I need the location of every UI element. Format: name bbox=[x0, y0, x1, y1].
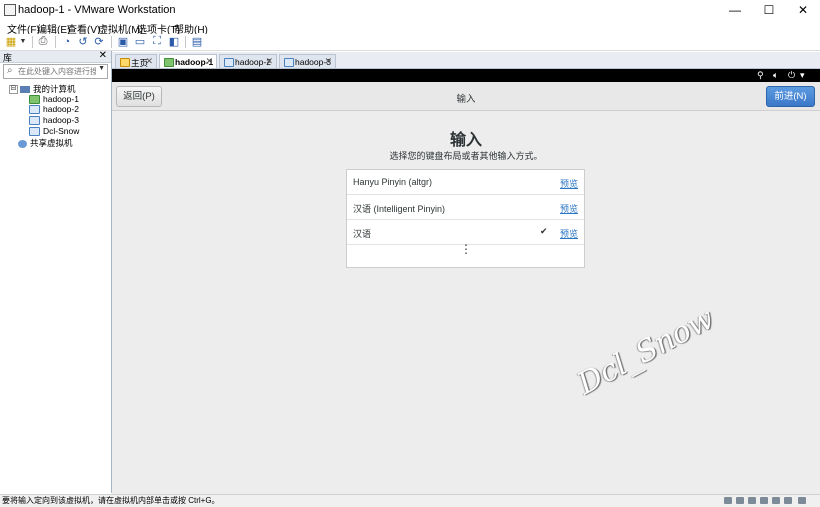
close-tab-icon[interactable]: ✕ bbox=[324, 56, 332, 67]
header-title: 输入 bbox=[456, 94, 476, 105]
library-title: 库 bbox=[3, 53, 13, 63]
tree-item-hadoop-3[interactable]: hadoop-3 bbox=[29, 115, 79, 126]
home-icon bbox=[120, 58, 130, 67]
console-view-icon[interactable]: ▣ bbox=[116, 35, 130, 48]
tree-label: hadoop-1 bbox=[43, 94, 79, 104]
page-subtitle: 选择您的键盘布局或者其他输入方式。 bbox=[389, 151, 543, 161]
vm-running-icon bbox=[29, 95, 40, 105]
preview-link[interactable]: 预览 bbox=[560, 202, 578, 215]
input-source-list: Hanyu Pinyin (altgr) 预览 汉语 (Intelligent … bbox=[346, 169, 585, 268]
toolbar-separator bbox=[111, 36, 112, 48]
more-vertical-icon: ⋮ bbox=[460, 242, 472, 256]
dropdown-icon[interactable]: ▼ bbox=[16, 35, 30, 48]
unity-icon[interactable]: ◧ bbox=[167, 35, 181, 48]
tree-label: hadoop-2 bbox=[43, 104, 79, 114]
input-source-row[interactable]: 汉语 (Intelligent Pinyin) 预览 bbox=[347, 195, 584, 220]
vm-icon bbox=[29, 127, 40, 137]
tree-item-shared-vms[interactable]: 共享虚拟机 bbox=[18, 137, 73, 149]
status-bar: 要将输入定向到该虚拟机，请在虚拟机内部单击或按 Ctrl+G。 bbox=[0, 494, 820, 507]
menu-bar: 文件(F) 编辑(E) 查看(V) 虚拟机(M) 选项卡(T) 帮助(H) bbox=[0, 20, 820, 36]
search-icon: ⌕ bbox=[7, 65, 13, 76]
input-source-name: 汉语 (Intelligent Pinyin) bbox=[353, 204, 446, 214]
tab-home[interactable]: 主页 ✕ bbox=[115, 54, 157, 68]
setup-header: 返回(P) 输入 前进(N) bbox=[112, 82, 820, 111]
vm-icon bbox=[224, 58, 234, 67]
tree-label: 共享虚拟机 bbox=[30, 138, 73, 148]
tree-item-dcl-snow[interactable]: Dcl-Snow bbox=[29, 126, 80, 137]
tab-hadoop-1[interactable]: hadoop-1 ✕ bbox=[159, 54, 217, 68]
window-title: hadoop-1 - VMware Workstation bbox=[18, 4, 176, 16]
vm-running-icon bbox=[164, 58, 174, 67]
chevron-down-icon[interactable]: ▼ bbox=[98, 65, 105, 72]
revert-icon[interactable]: ↺ bbox=[76, 35, 90, 48]
library-header: 库 ✕ bbox=[0, 50, 111, 63]
printer-icon[interactable] bbox=[784, 497, 792, 504]
maximize-button[interactable]: ☐ bbox=[752, 0, 786, 20]
toolbar-separator bbox=[55, 36, 56, 48]
display-icon[interactable] bbox=[798, 497, 806, 504]
cd-dvd-icon[interactable] bbox=[736, 497, 744, 504]
vm-icon bbox=[29, 116, 40, 126]
minimize-button[interactable]: — bbox=[718, 0, 752, 20]
print-icon[interactable]: ⎙ bbox=[36, 35, 50, 48]
power-icon[interactable]: ⏻ bbox=[788, 70, 795, 81]
preview-link[interactable]: 预览 bbox=[560, 177, 578, 190]
tree-label: hadoop-3 bbox=[43, 115, 79, 125]
vmware-app-icon bbox=[4, 4, 16, 16]
library-panel: 库 ✕ ⌕ ▼ ⊟ 我的计算机 hadoop-1 hadoop-2 hadoop-… bbox=[0, 50, 112, 493]
network-icon[interactable]: ⚲ bbox=[757, 70, 764, 81]
snapshot-manager-icon[interactable]: ⟳ bbox=[92, 35, 106, 48]
page-title: 输入 bbox=[449, 132, 482, 149]
close-window-button[interactable]: ✕ bbox=[786, 0, 820, 20]
toolbar: ▦ ▼ ⎙ ◔ ↺ ⟳ ▣ ▭ ⛶ ◧ ▤ bbox=[0, 34, 820, 51]
more-sources-button[interactable]: ⋮ bbox=[347, 242, 584, 267]
vm-icon bbox=[29, 105, 40, 115]
snapshot-icon[interactable]: ◔ bbox=[60, 35, 74, 48]
tab-bar: 主页 ✕ hadoop-1 ✕ hadoop-2 ✕ hadoop-3 ✕ bbox=[112, 52, 820, 69]
power-menu-chevron[interactable]: ▾ bbox=[800, 70, 805, 81]
status-message: 要将输入定向到该虚拟机，请在虚拟机内部单击或按 Ctrl+G。 bbox=[2, 496, 220, 505]
close-tab-icon[interactable]: ✕ bbox=[145, 56, 153, 67]
search-input[interactable] bbox=[18, 66, 96, 76]
sound-icon[interactable] bbox=[772, 497, 780, 504]
close-tab-icon[interactable]: ✕ bbox=[265, 56, 273, 67]
volume-icon[interactable]: 🔈︎ bbox=[773, 70, 778, 81]
hard-disk-icon[interactable] bbox=[724, 497, 732, 504]
checkmark-icon: ✔ bbox=[540, 226, 548, 236]
tree-item-hadoop-2[interactable]: hadoop-2 bbox=[29, 104, 79, 115]
input-source-row[interactable]: Hanyu Pinyin (altgr) 预览 bbox=[347, 170, 584, 195]
gnome-top-bar: ⚲ 🔈︎ ⏻ ▾ bbox=[112, 69, 820, 82]
shared-vms-icon bbox=[18, 139, 27, 148]
tree-label: 我的计算机 bbox=[33, 84, 76, 94]
next-button[interactable]: 前进(N) bbox=[766, 86, 815, 107]
fullscreen-icon[interactable]: ⛶ bbox=[150, 35, 164, 48]
collapse-icon[interactable]: ⊟ bbox=[9, 85, 18, 95]
library-search[interactable]: ⌕ ▼ bbox=[3, 64, 108, 79]
vm-icon bbox=[284, 58, 294, 67]
toolbar-separator bbox=[185, 36, 186, 48]
title-bar: hadoop-1 - VMware Workstation — ☐ ✕ bbox=[0, 0, 820, 21]
toolbar-separator bbox=[32, 36, 33, 48]
watermark: Dcl_Snow bbox=[572, 301, 721, 402]
quick-switch-icon[interactable]: ▭ bbox=[133, 35, 147, 48]
usb-icon[interactable] bbox=[760, 497, 768, 504]
vm-console[interactable]: ⚲ 🔈︎ ⏻ ▾ 返回(P) 输入 前进(N) 输入 选择您的键盘布局或者其他输… bbox=[112, 69, 820, 494]
input-source-name: 汉语 bbox=[353, 229, 372, 239]
tab-hadoop-3[interactable]: hadoop-3 ✕ bbox=[279, 54, 336, 68]
close-library-button[interactable]: ✕ bbox=[99, 50, 107, 61]
preview-link[interactable]: 预览 bbox=[560, 227, 578, 240]
input-source-name: Hanyu Pinyin (altgr) bbox=[353, 177, 433, 187]
tree-label: Dcl-Snow bbox=[43, 126, 80, 136]
tree-item-hadoop-1[interactable]: hadoop-1 bbox=[29, 94, 79, 105]
tab-hadoop-2[interactable]: hadoop-2 ✕ bbox=[219, 54, 277, 68]
network-adapter-icon[interactable] bbox=[748, 497, 756, 504]
thumbnail-icon[interactable]: ▤ bbox=[190, 35, 204, 48]
close-tab-icon[interactable]: ✕ bbox=[205, 56, 213, 67]
computer-icon bbox=[20, 86, 30, 94]
